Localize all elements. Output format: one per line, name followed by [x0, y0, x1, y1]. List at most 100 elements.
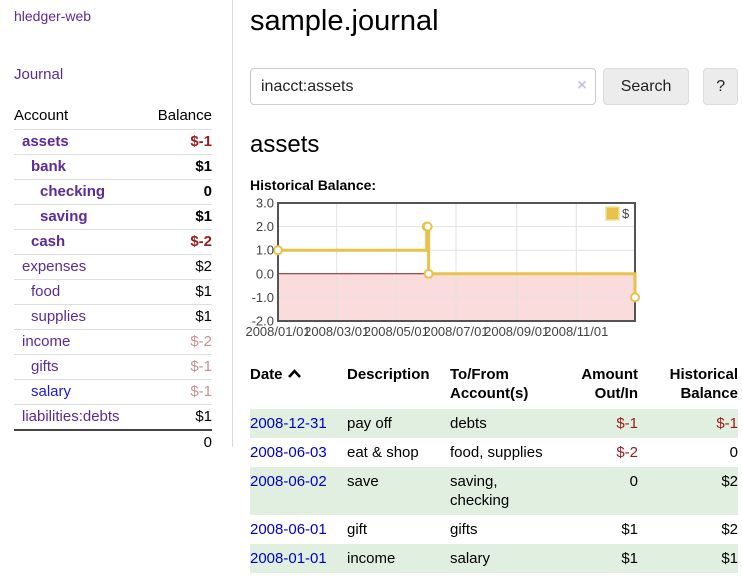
transaction-date-link[interactable]: 2008-06-02 [250, 473, 327, 490]
account-link[interactable]: liabilities:debts [14, 408, 120, 425]
transaction-amount: 0 [560, 467, 640, 515]
register-header-balance: Historical Balance [640, 363, 738, 409]
accounts-table: Account Balance assets $-1 bank $1 checking 0… [14, 104, 212, 455]
register-header-date[interactable]: Date [250, 363, 347, 409]
svg-text:3.0: 3.0 [256, 196, 274, 211]
account-link[interactable]: gifts [14, 358, 59, 375]
register-header-accounts: To/From Account(s) [450, 363, 560, 409]
transaction-description: eat & shop [347, 438, 450, 467]
transaction-accounts: saving, checking [450, 467, 560, 515]
account-balance: $2 [145, 255, 212, 280]
account-balance: $1 [145, 280, 212, 305]
register-table: Date Description To/From Account(s) Amou… [250, 363, 738, 573]
register-header-amount: Amount Out/In [560, 363, 640, 409]
transaction-amount: $-1 [560, 409, 640, 438]
transaction-balance: $1 [640, 544, 738, 573]
account-link[interactable]: expenses [14, 258, 86, 275]
account-title: assets [250, 131, 738, 159]
sidebar: hledger-web Journal Account Balance asse… [0, 0, 233, 447]
svg-text:2008/03/01: 2008/03/01 [304, 324, 369, 339]
transaction-description: gift [347, 515, 450, 544]
chart-label: Historical Balance: [250, 177, 738, 193]
register-body: 2008-12-31pay offdebts$-1$-12008-06-03ea… [250, 409, 738, 573]
account-balance: 0 [145, 180, 212, 205]
account-link[interactable]: cash [14, 233, 65, 250]
svg-text:$: $ [622, 206, 630, 221]
register-row: 2008-01-01incomesalary$1$1 [250, 544, 738, 573]
transaction-date-link[interactable]: 2008-06-01 [250, 521, 327, 538]
accounts-total-row: 0 [14, 430, 212, 455]
account-link[interactable]: checking [14, 183, 105, 200]
clear-search-icon[interactable]: × [577, 76, 586, 96]
app-brand-link[interactable]: hledger-web [14, 8, 212, 24]
transaction-amount: $1 [560, 544, 640, 573]
transaction-date-link[interactable]: 2008-12-31 [250, 415, 327, 432]
accounts-header-account: Account [14, 104, 145, 130]
transaction-description: pay off [347, 409, 450, 438]
register-header-description: Description [347, 363, 450, 409]
svg-text:2008/11/01: 2008/11/01 [544, 324, 608, 339]
account-row: food $1 [14, 280, 212, 305]
account-balance: $1 [145, 405, 212, 431]
account-row: gifts$-1 [14, 355, 212, 380]
search-input[interactable] [250, 68, 596, 105]
transaction-amount: $-2 [560, 438, 640, 467]
transaction-description: income [347, 544, 450, 573]
account-row: bank $1 [14, 155, 212, 180]
sidebar-item-journal[interactable]: Journal [14, 66, 212, 83]
account-row: expenses $2 [14, 255, 212, 280]
account-balance: $-1 [145, 130, 212, 155]
account-row: cash $-2 [14, 230, 212, 255]
account-balance: $-2 [145, 330, 212, 355]
account-balance: $1 [145, 155, 212, 180]
transaction-accounts: salary [450, 544, 560, 573]
register-row: 2008-06-01 giftgifts$1$2 [250, 515, 738, 544]
transaction-amount: $1 [560, 515, 640, 544]
svg-text:1.0: 1.0 [256, 243, 274, 258]
transaction-balance: $2 [640, 515, 738, 544]
svg-text:0.0: 0.0 [256, 266, 274, 281]
transaction-accounts: debts [450, 409, 560, 438]
svg-text:-1.0: -1.0 [252, 290, 274, 305]
svg-text:2008/05/01: 2008/05/01 [364, 324, 429, 339]
svg-text:2.0: 2.0 [256, 219, 274, 234]
search-form: × Search ? [250, 68, 738, 105]
register-row: 2008-06-02 savesaving, checking0$2 [250, 467, 738, 515]
account-link[interactable]: salary [14, 383, 71, 400]
account-link[interactable]: income [14, 333, 70, 350]
accounts-body: assets$-1bank$1checking0saving$1cash$-2e… [14, 130, 212, 456]
account-row: saving$1 [14, 205, 212, 230]
transaction-description: save [347, 467, 450, 515]
accounts-total: 0 [145, 430, 212, 455]
svg-text:2008/01/01: 2008/01/01 [245, 324, 310, 339]
account-balance: $-1 [145, 380, 212, 405]
account-link[interactable]: supplies [14, 308, 86, 325]
account-balance: $-2 [145, 230, 212, 255]
account-row: assets $-1 [14, 130, 212, 155]
transaction-date-link[interactable]: 2008-01-01 [250, 550, 327, 567]
main-content: sample.journal × Search ? assets Histori… [234, 0, 742, 573]
transaction-date-link[interactable]: 2008-06-03 [250, 444, 327, 461]
sort-ascending-icon [287, 369, 302, 378]
account-link[interactable]: food [14, 283, 60, 300]
search-button[interactable]: Search [603, 68, 690, 105]
page-title: sample.journal [250, 4, 738, 38]
account-row: liabilities:debts $1 [14, 405, 212, 431]
account-link[interactable]: bank [14, 158, 66, 175]
register-row: 2008-12-31pay offdebts$-1$-1 [250, 409, 738, 438]
historical-balance-chart: $3.02.01.00.0-1.0-2.02008/01/012008/03/0… [250, 201, 640, 343]
account-row: checking 0 [14, 180, 212, 205]
transaction-accounts: gifts [450, 515, 560, 544]
account-link[interactable]: saving [14, 208, 88, 225]
accounts-header-balance: Balance [145, 104, 212, 130]
transaction-accounts: food, supplies [450, 438, 560, 467]
account-row: supplies$1 [14, 305, 212, 330]
account-row: income $-2 [14, 330, 212, 355]
svg-text:2008/07/01: 2008/07/01 [423, 324, 488, 339]
account-link[interactable]: assets [14, 133, 69, 150]
transaction-balance: $2 [640, 467, 738, 515]
account-row: salary $-1 [14, 380, 212, 405]
transaction-balance: $-1 [640, 409, 738, 438]
help-button[interactable]: ? [703, 68, 738, 105]
transaction-balance: 0 [640, 438, 738, 467]
